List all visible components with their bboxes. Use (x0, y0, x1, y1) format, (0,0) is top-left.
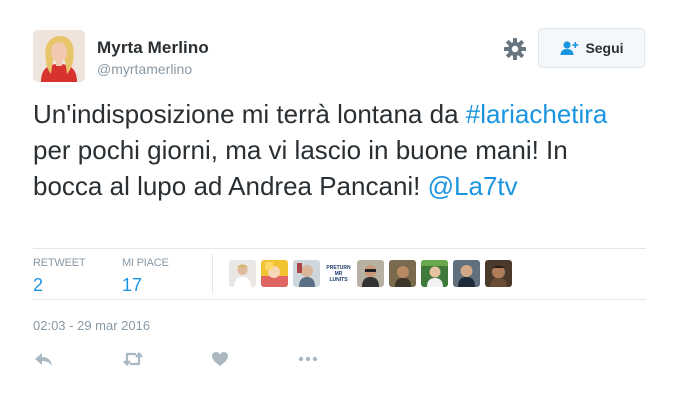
follow-button[interactable]: Segui (538, 28, 645, 68)
author-name[interactable]: Myrta Merlino (97, 38, 209, 58)
retweet-stat-label: RETWEET (33, 257, 86, 269)
tweet-text: Un'indisposizione mi terrà lontana da #l… (33, 96, 633, 204)
avatar[interactable] (33, 30, 85, 82)
likes-stat-label: MI PIACE (122, 257, 169, 269)
follow-user-icon (560, 41, 579, 55)
likes-count: 17 (122, 275, 143, 295)
timestamp[interactable]: 02:03 - 29 mar 2016 (33, 318, 150, 333)
liker-avatars: PRETURN MR LUNITS (229, 260, 512, 287)
liker-avatar[interactable] (293, 260, 320, 287)
liker-avatar[interactable] (261, 260, 288, 287)
retweet-stat[interactable]: RETWEET 2 (33, 257, 86, 296)
like-icon[interactable] (211, 351, 229, 367)
liker-avatar[interactable] (229, 260, 256, 287)
liker-avatar[interactable] (453, 260, 480, 287)
tweet-card: Myrta Merlino @myrtamerlino Segui Un'ind… (0, 0, 680, 400)
author-handle[interactable]: @myrtamerlino (97, 61, 192, 77)
avatar-image (33, 30, 85, 82)
liker-4-text-3: LUNITS (329, 277, 348, 283)
liker-avatar[interactable] (485, 260, 512, 287)
hashtag-link[interactable]: #lariachetira (466, 99, 608, 129)
more-icon[interactable] (297, 351, 319, 367)
stats-divider-top (33, 248, 646, 249)
stats-separator (212, 254, 213, 294)
stats-divider-bottom (33, 299, 646, 300)
tweet-text-segment: Un'indisposizione mi terrà lontana da (33, 99, 466, 129)
liker-avatar[interactable]: PRETURN MR LUNITS (325, 260, 352, 287)
reply-icon[interactable] (34, 351, 54, 367)
retweet-icon[interactable] (122, 351, 144, 367)
mention-link[interactable]: @La7tv (428, 171, 518, 201)
gear-icon[interactable] (503, 37, 527, 61)
retweet-count: 2 (33, 275, 44, 295)
likes-stat[interactable]: MI PIACE 17 (122, 257, 169, 296)
liker-avatar[interactable] (389, 260, 416, 287)
liker-avatar[interactable] (357, 260, 384, 287)
follow-label: Segui (585, 40, 624, 56)
liker-avatar[interactable] (421, 260, 448, 287)
